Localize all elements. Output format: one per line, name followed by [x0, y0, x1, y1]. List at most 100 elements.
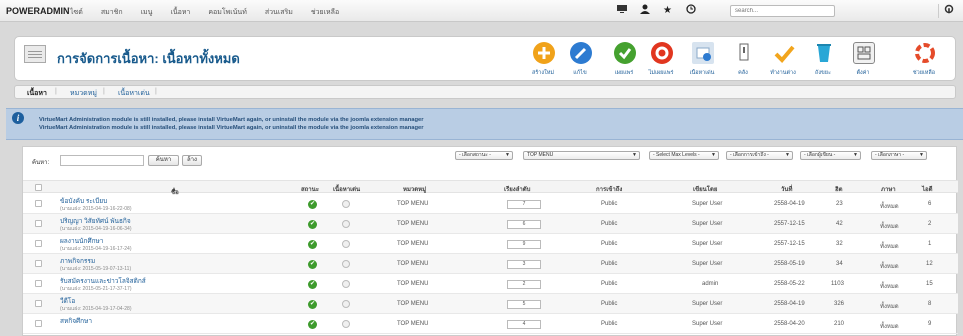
date-cell: 2558-05-19 [774, 261, 805, 267]
category-select[interactable]: TOP MENU ▼ [523, 151, 640, 160]
author-cell[interactable]: Super User [692, 241, 722, 247]
featured-button[interactable]: เนื้อหาเด่น [683, 42, 721, 80]
column-author[interactable]: เขียนโดย [693, 184, 717, 194]
ordering-input[interactable]: 7 [507, 200, 541, 209]
select-all-checkbox[interactable] [35, 184, 42, 191]
archive-button[interactable]: คลัง [724, 42, 762, 80]
ordering-input[interactable]: 4 [507, 320, 541, 329]
published-check-icon[interactable]: ✔ [308, 300, 317, 309]
user-icon[interactable] [636, 4, 653, 17]
author-cell[interactable]: Super User [692, 301, 722, 307]
featured-toggle-icon[interactable] [342, 280, 350, 288]
column-category[interactable]: หมวดหมู่ [403, 184, 426, 194]
published-check-icon[interactable]: ✔ [308, 280, 317, 289]
author-cell[interactable]: admin [702, 281, 718, 287]
id-cell: 2 [928, 221, 932, 227]
column-featured[interactable]: เนื้อหาเด่น [333, 184, 360, 194]
author-cell[interactable]: Super User [692, 321, 722, 327]
article-title-link[interactable]: สหกิจศึกษา [60, 316, 92, 326]
hits-cell: 23 [836, 201, 843, 207]
published-check-icon[interactable]: ✔ [308, 240, 317, 249]
author-cell[interactable]: Super User [692, 261, 722, 267]
top-menu-item-site[interactable]: ไซต์ [70, 7, 83, 18]
access-select[interactable]: - เลือกการเข้าถึง - ▼ [726, 151, 793, 160]
featured-toggle-icon[interactable] [342, 240, 350, 248]
ordering-input[interactable]: 9 [507, 240, 541, 249]
tab-separator: | [155, 88, 157, 95]
ordering-input[interactable]: 3 [507, 260, 541, 269]
column-hits[interactable]: ฮิต [835, 184, 843, 194]
top-menu-item-help[interactable]: ช่วยเหลือ [311, 7, 339, 18]
table-row: รับสมัครงานและข่าวโลจิสติกส์ (นามแฝง: 20… [23, 274, 958, 294]
published-check-icon[interactable]: ✔ [308, 220, 317, 229]
row-checkbox[interactable] [35, 300, 42, 307]
top-menu-item-extensions[interactable]: ส่วนเสริม [265, 7, 293, 18]
featured-toggle-icon[interactable] [342, 300, 350, 308]
published-check-icon[interactable]: ✔ [308, 320, 317, 329]
column-language[interactable]: ภาษา [881, 184, 896, 194]
publish-button[interactable]: เผยแพร่ [605, 42, 643, 80]
featured-toggle-icon[interactable] [342, 220, 350, 228]
row-checkbox[interactable] [35, 260, 42, 267]
published-check-icon[interactable]: ✔ [308, 260, 317, 269]
top-menu-item-components[interactable]: คอมโพเน้นท์ [208, 7, 246, 18]
row-checkbox[interactable] [35, 220, 42, 227]
column-access[interactable]: การเข้าถึง [596, 184, 622, 194]
filter-search-input[interactable] [60, 155, 144, 166]
row-checkbox[interactable] [35, 240, 42, 247]
status-select[interactable]: - เลือกสถานะ - ▼ [455, 151, 513, 160]
featured-button-label: เนื้อหาเด่น [689, 70, 715, 76]
row-checkbox[interactable] [35, 320, 42, 327]
column-date[interactable]: วันที่ [781, 184, 792, 194]
author-cell[interactable]: Super User [692, 201, 722, 207]
id-cell: 8 [928, 301, 932, 307]
top-menu-item-content[interactable]: เนื้อหา [170, 7, 190, 18]
featured-toggle-icon[interactable] [342, 320, 350, 328]
search-input[interactable] [730, 5, 835, 17]
joomla-icon[interactable] [938, 4, 958, 18]
clear-button[interactable]: ล้าง [182, 155, 202, 166]
edit-button[interactable]: แก้ไข [561, 42, 599, 80]
new-button[interactable]: สร้างใหม่ [524, 42, 562, 80]
ordering-input[interactable]: 5 [507, 300, 541, 309]
top-menu-item-users[interactable]: สมาชิก [101, 7, 123, 18]
tab-featured[interactable]: เนื้อหาเด่น [118, 88, 150, 99]
tab-categories[interactable]: หมวดหมู่ [70, 88, 97, 99]
checkin-button[interactable]: ทำงานต่าง [764, 42, 802, 80]
category-cell: TOP MENU [397, 241, 429, 247]
edit-button-label: แก้ไข [573, 70, 587, 76]
brand-logo[interactable]: POWERADMIN [6, 6, 70, 16]
hits-cell: 42 [836, 221, 843, 227]
article-alias: (นามแฝง: 2015-05-19-07-13-11) [60, 266, 132, 272]
top-menu-item-menus[interactable]: เมนู [141, 7, 153, 18]
author-select[interactable]: - เลือกผู้เขียน - ▼ [800, 151, 861, 160]
clock-icon[interactable] [682, 4, 699, 17]
ordering-input[interactable]: 6 [507, 220, 541, 229]
star-icon[interactable]: ★ [659, 4, 676, 17]
column-status[interactable]: สถานะ [301, 184, 319, 194]
filter-label: ค้นหา: [32, 160, 50, 166]
unpublish-button[interactable]: ไม่เผยแพร่ [642, 42, 680, 80]
featured-toggle-icon[interactable] [342, 200, 350, 208]
search-button[interactable]: ค้นหา [148, 155, 179, 166]
column-id[interactable]: ไอดี [922, 184, 933, 194]
help-icon [914, 42, 936, 64]
tab-articles[interactable]: เนื้อหา [27, 88, 47, 99]
options-button[interactable]: ตั้งค่า [844, 42, 882, 80]
checkin-button-label: ทำงานต่าง [770, 70, 796, 76]
featured-toggle-icon[interactable] [342, 260, 350, 268]
help-button[interactable]: ช่วยเหลือ [905, 42, 943, 80]
row-checkbox[interactable] [35, 280, 42, 287]
trash-button[interactable]: ถังขยะ [804, 42, 842, 80]
ordering-input[interactable]: 2 [507, 280, 541, 289]
row-checkbox[interactable] [35, 200, 42, 207]
published-check-icon[interactable]: ✔ [308, 200, 317, 209]
hits-cell: 210 [834, 321, 845, 327]
hits-cell: 326 [834, 301, 845, 307]
author-cell[interactable]: Super User [692, 221, 722, 227]
max-levels-select[interactable]: - Select Max Levels - ▼ [649, 151, 719, 160]
language-select[interactable]: - เลือกภาษา - ▼ [871, 151, 927, 160]
id-cell: 9 [928, 321, 932, 327]
monitor-icon[interactable] [613, 4, 630, 17]
column-ordering[interactable]: เรียงลำดับ [504, 184, 530, 194]
